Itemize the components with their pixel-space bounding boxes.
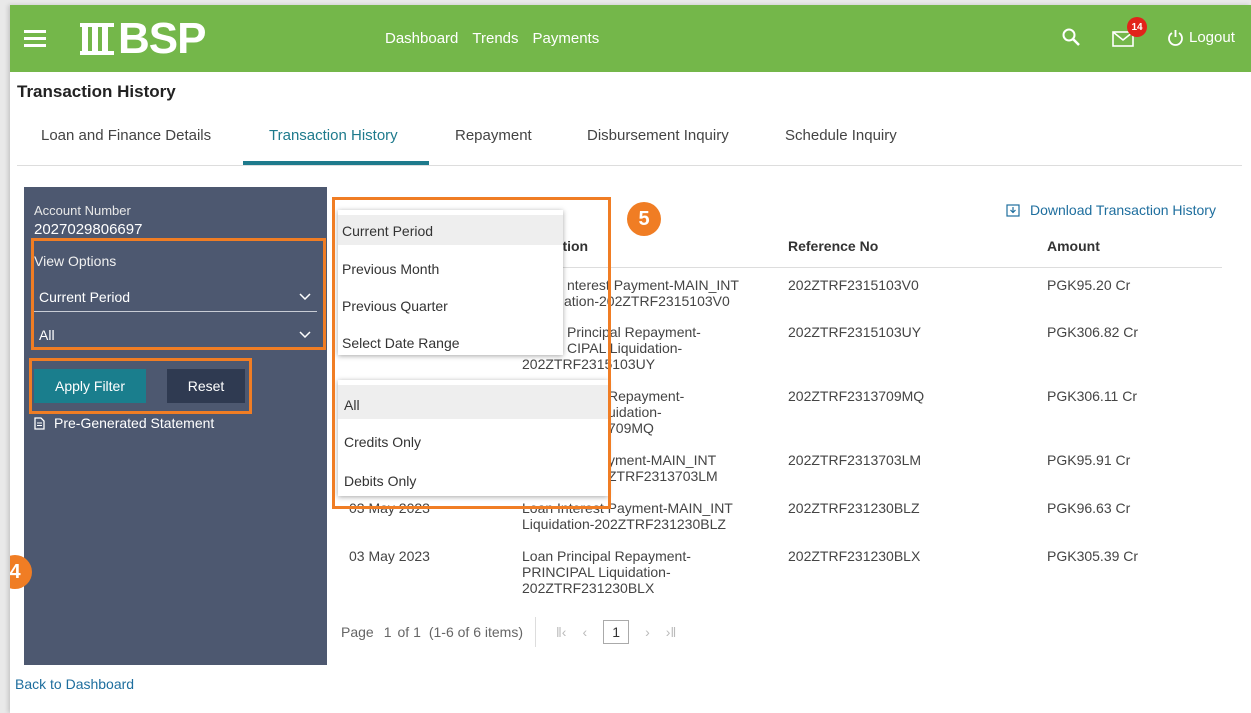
previous-page-icon[interactable]: ‹ [582,624,587,640]
nav-payments[interactable]: Payments [533,30,600,47]
pagination: Page 1 of 1 (1-6 of 6 items) ‖‹ ‹ 1 › ›‖ [341,617,684,647]
row-6-description: Loan Principal Repayment- PRINCIPAL Liqui… [522,548,691,596]
filter-sidebar: Account Number 2027029806697 View Option… [10,187,327,665]
main-nav: Dashboard Trends Payments [385,30,599,47]
page-items: (1-6 of 6 items) [428,624,523,640]
tab-schedule-inquiry[interactable]: Schedule Inquiry [785,127,897,144]
row-4-reference: 202ZTRF2313703LM [788,452,922,468]
page-title: Transaction History [17,82,176,101]
tab-transaction-history[interactable]: Transaction History [269,127,398,144]
account-number-value: 2027029806697 [34,221,143,238]
bsp-logo[interactable]: BSP [80,14,206,63]
filter-buttons-highlight [29,358,252,414]
last-page-icon[interactable]: ›‖ [666,624,676,640]
row-6-reference: 202ZTRF231230BLX [788,548,921,564]
row-3-description: Repayment-uidation- 709MQ [608,388,685,436]
tab-repayment[interactable]: Repayment [455,127,532,144]
row-6-amount: PGK305.39 Cr [1047,548,1139,564]
account-number-label: Account Number [34,203,131,218]
step-5-marker: 5 [627,202,661,236]
next-page-icon[interactable]: › [645,624,650,640]
page-of: of 1 [397,624,421,640]
row-6-date: 03 May 2023 [349,548,430,564]
row-1-amount: PGK95.20 Cr [1047,277,1131,293]
row-1-reference: 202ZTRF2315103V0 [788,277,919,293]
logout-button[interactable]: Logout [1167,29,1235,46]
mail-count-badge: 14 [1127,17,1147,37]
active-tab-indicator [243,161,429,165]
power-icon [1168,30,1183,46]
row-3-amount: PGK306.11 Cr [1047,388,1138,404]
download-icon [1006,203,1020,217]
hamburger-menu-icon[interactable] [24,30,46,47]
page-number-button[interactable]: 1 [603,620,630,644]
pre-generated-statement-label: Pre-Generated Statement [54,415,215,431]
row-4-description: yment-MAIN_INT ZTRF2313703LM [608,452,718,484]
page-current-text: 1 [383,624,392,640]
back-to-dashboard-link[interactable]: Back to Dashboard [15,676,134,692]
logo-text: BSP [118,14,206,63]
column-header-reference-no: Reference No [788,238,879,254]
tab-loan-finance-details[interactable]: Loan and Finance Details [41,127,211,144]
dropdown-options-highlight [332,197,611,509]
row-5-amount: PGK96.63 Cr [1047,500,1131,516]
column-header-amount: Amount [1047,238,1100,254]
nav-trends[interactable]: Trends [472,30,518,47]
logout-label: Logout [1189,29,1235,46]
tab-disbursement-inquiry[interactable]: Disbursement Inquiry [587,127,729,144]
page-label: Page [341,624,374,640]
first-page-icon[interactable]: ‖‹ [556,624,566,640]
download-transaction-history-link[interactable]: Download Transaction History [1006,202,1216,218]
row-4-amount: PGK95.91 Cr [1047,452,1131,468]
nav-dashboard[interactable]: Dashboard [385,30,458,47]
document-icon [34,416,45,430]
pager-divider [535,617,536,647]
row-3-reference: 202ZTRF2313709MQ [788,388,925,404]
search-icon[interactable] [1061,27,1081,47]
top-header: BSP Dashboard Trends Payments 14 Logout [10,5,1251,72]
tab-bar: Loan and Finance Details Transaction His… [17,115,1242,166]
app-window: BSP Dashboard Trends Payments 14 Logout … [10,5,1251,713]
download-label: Download Transaction History [1030,202,1216,218]
bsp-logo-mark [80,19,114,59]
row-5-reference: 202ZTRF231230BLZ [788,500,920,516]
view-options-highlight [31,238,326,350]
step-4-marker: 4 [10,555,32,589]
row-2-amount: PGK306.82 Cr [1047,324,1139,340]
row-2-reference: 202ZTRF2315103UY [788,324,922,340]
pre-generated-statement-link[interactable]: Pre-Generated Statement [34,415,214,431]
